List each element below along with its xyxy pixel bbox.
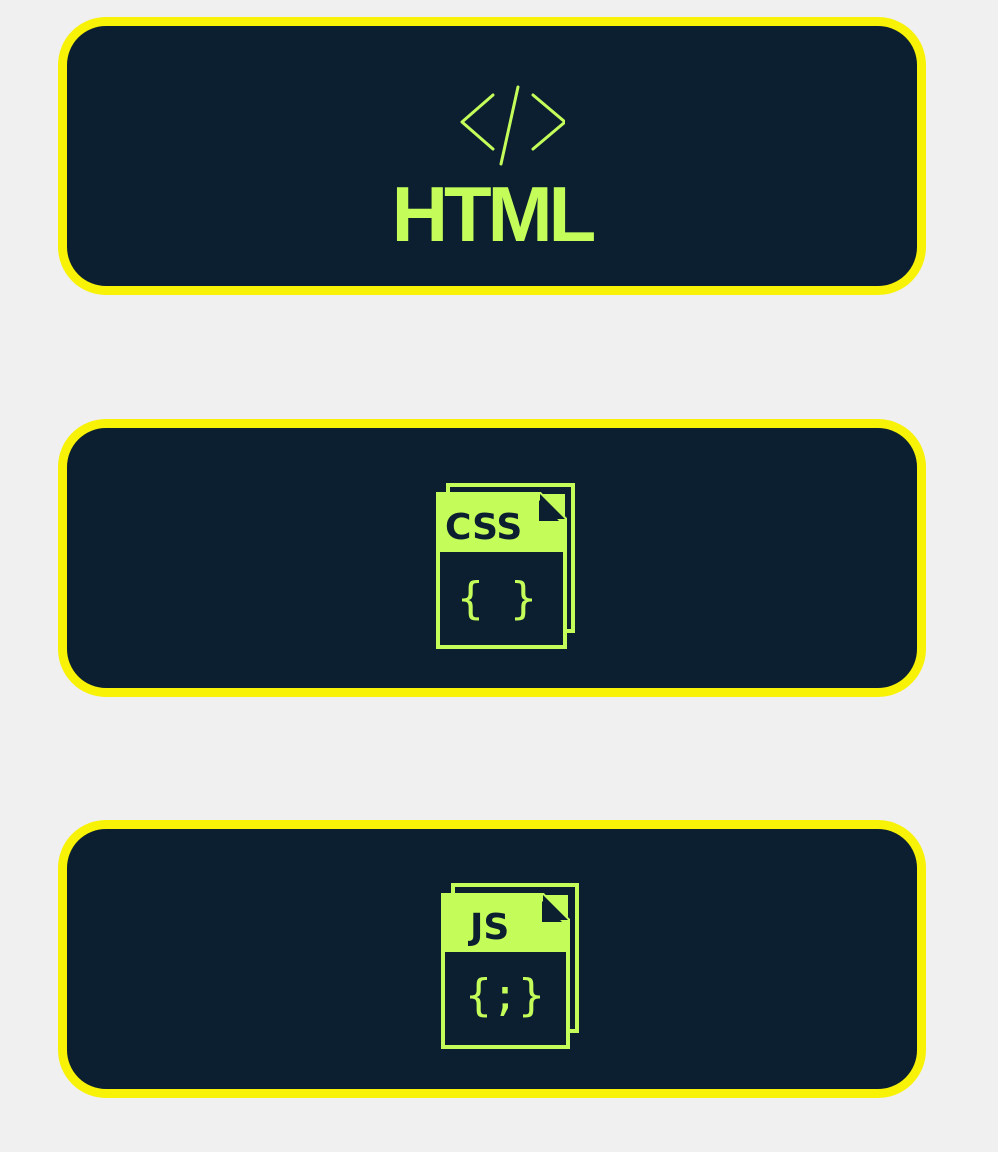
js-file-braces: {;} bbox=[465, 970, 544, 1021]
js-file-label: JS bbox=[467, 907, 509, 948]
code-brackets-icon bbox=[460, 85, 565, 166]
css-file-label: CSS bbox=[445, 507, 522, 548]
css-card[interactable]: CSS { } bbox=[58, 419, 926, 697]
js-card[interactable]: JS {;} bbox=[58, 820, 926, 1098]
css-file-icon: CSS { } bbox=[436, 483, 575, 649]
js-file-icon: JS {;} bbox=[441, 883, 579, 1049]
html-card[interactable]: HTML bbox=[58, 17, 926, 295]
html-label: HTML bbox=[391, 170, 597, 258]
css-file-braces: { } bbox=[457, 573, 536, 624]
